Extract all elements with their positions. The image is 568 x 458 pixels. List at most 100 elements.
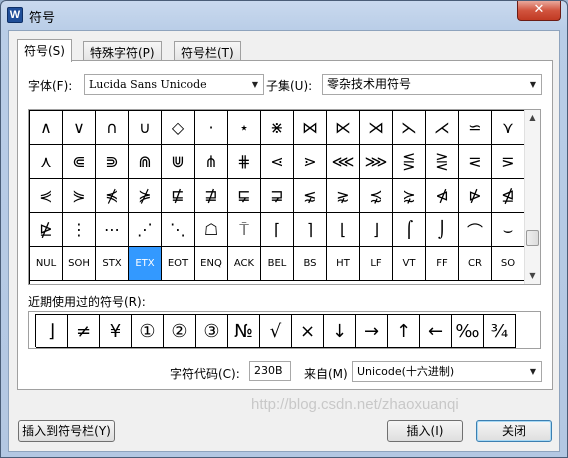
symbol-cell[interactable]: ⋏ (30, 145, 63, 179)
symbol-cell[interactable]: ⋜ (459, 145, 492, 179)
symbol-cell[interactable]: ⌈ (261, 213, 294, 247)
symbol-cell[interactable]: ∪ (129, 111, 162, 145)
symbol-cell[interactable]: ⋊ (360, 111, 393, 145)
scrollbar-thumb[interactable] (526, 230, 539, 246)
symbol-cell-selected[interactable]: ETX (129, 247, 162, 281)
recent-symbol-cell[interactable]: ≠ (68, 315, 100, 348)
symbol-cell[interactable]: ⌒ (459, 213, 492, 247)
recent-symbol-cell[interactable]: ② (164, 315, 196, 348)
recent-symbol-cell[interactable]: × (292, 315, 324, 348)
symbol-cell[interactable]: ⌠ (393, 213, 426, 247)
symbol-grid-scrollbar[interactable]: ▲ ▼ (524, 110, 540, 284)
symbol-cell[interactable]: SO (492, 247, 525, 281)
symbol-cell[interactable]: ⋕ (228, 145, 261, 179)
insert-to-symbol-bar-button[interactable]: 插入到符号栏(Y) (18, 420, 115, 442)
recent-symbol-cell[interactable]: ↓ (324, 315, 356, 348)
symbol-cell[interactable]: NUL (30, 247, 63, 281)
symbol-cell[interactable]: ⋉ (327, 111, 360, 145)
symbol-cell[interactable]: ⌋ (360, 213, 393, 247)
symbol-cell[interactable]: ENQ (195, 247, 228, 281)
symbol-cell[interactable]: ⋢ (162, 179, 195, 213)
recent-symbol-cell[interactable]: ↑ (388, 315, 420, 348)
scroll-down-icon[interactable]: ▼ (525, 268, 540, 284)
symbol-cell[interactable]: ⋰ (129, 213, 162, 247)
symbol-cell[interactable]: ⋎ (492, 111, 525, 145)
symbol-cell[interactable]: ⋭ (30, 213, 63, 247)
symbol-cell[interactable]: ⋟ (63, 179, 96, 213)
recent-symbol-cell[interactable]: ← (420, 315, 452, 348)
symbol-cell[interactable]: ⋦ (294, 179, 327, 213)
scroll-up-icon[interactable]: ▲ (525, 110, 540, 126)
symbol-cell[interactable]: VT (393, 247, 426, 281)
tab-special-characters[interactable]: 特殊字符(P) (83, 41, 162, 61)
symbol-cell[interactable]: ⋠ (96, 179, 129, 213)
symbol-cell[interactable]: FF (426, 247, 459, 281)
char-code-input[interactable]: 230B (249, 361, 291, 381)
symbol-cell[interactable]: ⋚ (393, 145, 426, 179)
tab-symbols[interactable]: 符号(S) (17, 39, 72, 62)
symbol-cell[interactable]: ⋩ (393, 179, 426, 213)
symbol-cell[interactable]: ⋱ (162, 213, 195, 247)
recent-symbol-cell[interactable]: → (356, 315, 388, 348)
symbol-cell[interactable]: ⋨ (360, 179, 393, 213)
symbol-cell[interactable]: STX (96, 247, 129, 281)
symbol-cell[interactable]: ⌡ (426, 213, 459, 247)
symbol-cell[interactable]: ⋞ (30, 179, 63, 213)
symbol-cell[interactable]: ⋣ (195, 179, 228, 213)
symbol-cell[interactable]: ∩ (96, 111, 129, 145)
symbol-cell[interactable]: SOH (63, 247, 96, 281)
symbol-cell[interactable]: ACK (228, 247, 261, 281)
symbol-cell[interactable]: BS (294, 247, 327, 281)
symbol-cell[interactable]: ⋈ (294, 111, 327, 145)
recent-symbol-cell[interactable]: ¥ (100, 315, 132, 348)
symbol-cell[interactable]: ⋧ (327, 179, 360, 213)
recent-symbol-cell[interactable]: √ (260, 315, 292, 348)
recent-symbol-cell[interactable]: ⌋ (36, 315, 68, 348)
recent-symbol-cell[interactable]: ③ (196, 315, 228, 348)
font-select[interactable]: Lucida Sans Unicode ▼ (84, 74, 264, 95)
symbol-cell[interactable]: ⋤ (228, 179, 261, 213)
symbol-cell[interactable]: ⋡ (129, 179, 162, 213)
symbol-cell[interactable]: ⋋ (393, 111, 426, 145)
window-close-button[interactable]: ✕ (517, 1, 561, 21)
symbol-cell[interactable]: ◇ (162, 111, 195, 145)
symbol-cell[interactable]: ☖ (195, 213, 228, 247)
symbol-cell[interactable]: ⌉ (294, 213, 327, 247)
symbol-cell[interactable]: CR (459, 247, 492, 281)
symbol-cell[interactable]: ⋓ (162, 145, 195, 179)
symbol-cell[interactable]: ∨ (63, 111, 96, 145)
symbol-cell[interactable]: LF (360, 247, 393, 281)
symbol-cell[interactable]: ⋔ (195, 145, 228, 179)
symbol-cell[interactable]: ⋖ (261, 145, 294, 179)
symbol-cell[interactable]: ⍑ (228, 213, 261, 247)
recent-symbol-cell[interactable]: ¾ (484, 315, 516, 348)
symbol-cell[interactable]: · (195, 111, 228, 145)
symbol-cell[interactable]: ⋝ (492, 145, 525, 179)
symbol-cell[interactable]: ⌣ (492, 213, 525, 247)
symbol-cell[interactable]: HT (327, 247, 360, 281)
subset-select[interactable]: 零杂技术用符号 ▼ (322, 74, 542, 95)
recent-symbol-cell[interactable]: ‰ (452, 315, 484, 348)
symbol-cell[interactable]: ⋍ (459, 111, 492, 145)
from-select[interactable]: Unicode(十六进制) ▼ (352, 361, 542, 382)
symbol-cell[interactable]: ⋬ (492, 179, 525, 213)
tab-symbol-bar[interactable]: 符号栏(T) (174, 41, 241, 61)
recent-symbol-cell[interactable]: № (228, 315, 260, 348)
symbol-cell[interactable]: ⋯ (96, 213, 129, 247)
symbol-cell[interactable]: ⋐ (63, 145, 96, 179)
symbol-cell[interactable]: ⋛ (426, 145, 459, 179)
symbol-cell[interactable]: BEL (261, 247, 294, 281)
symbol-cell[interactable]: ⋙ (360, 145, 393, 179)
symbol-cell[interactable]: ⌊ (327, 213, 360, 247)
symbol-cell[interactable]: ⋫ (459, 179, 492, 213)
symbol-cell[interactable]: ⋥ (261, 179, 294, 213)
symbol-cell[interactable]: ⋗ (294, 145, 327, 179)
symbol-cell[interactable]: ⋘ (327, 145, 360, 179)
recent-symbol-cell[interactable]: ① (132, 315, 164, 348)
symbol-cell[interactable]: ⋇ (261, 111, 294, 145)
symbol-cell[interactable]: ⋪ (426, 179, 459, 213)
symbol-cell[interactable]: ⋆ (228, 111, 261, 145)
symbol-cell[interactable]: ⋮ (63, 213, 96, 247)
insert-button[interactable]: 插入(I) (387, 420, 463, 442)
symbol-cell[interactable]: ⋌ (426, 111, 459, 145)
